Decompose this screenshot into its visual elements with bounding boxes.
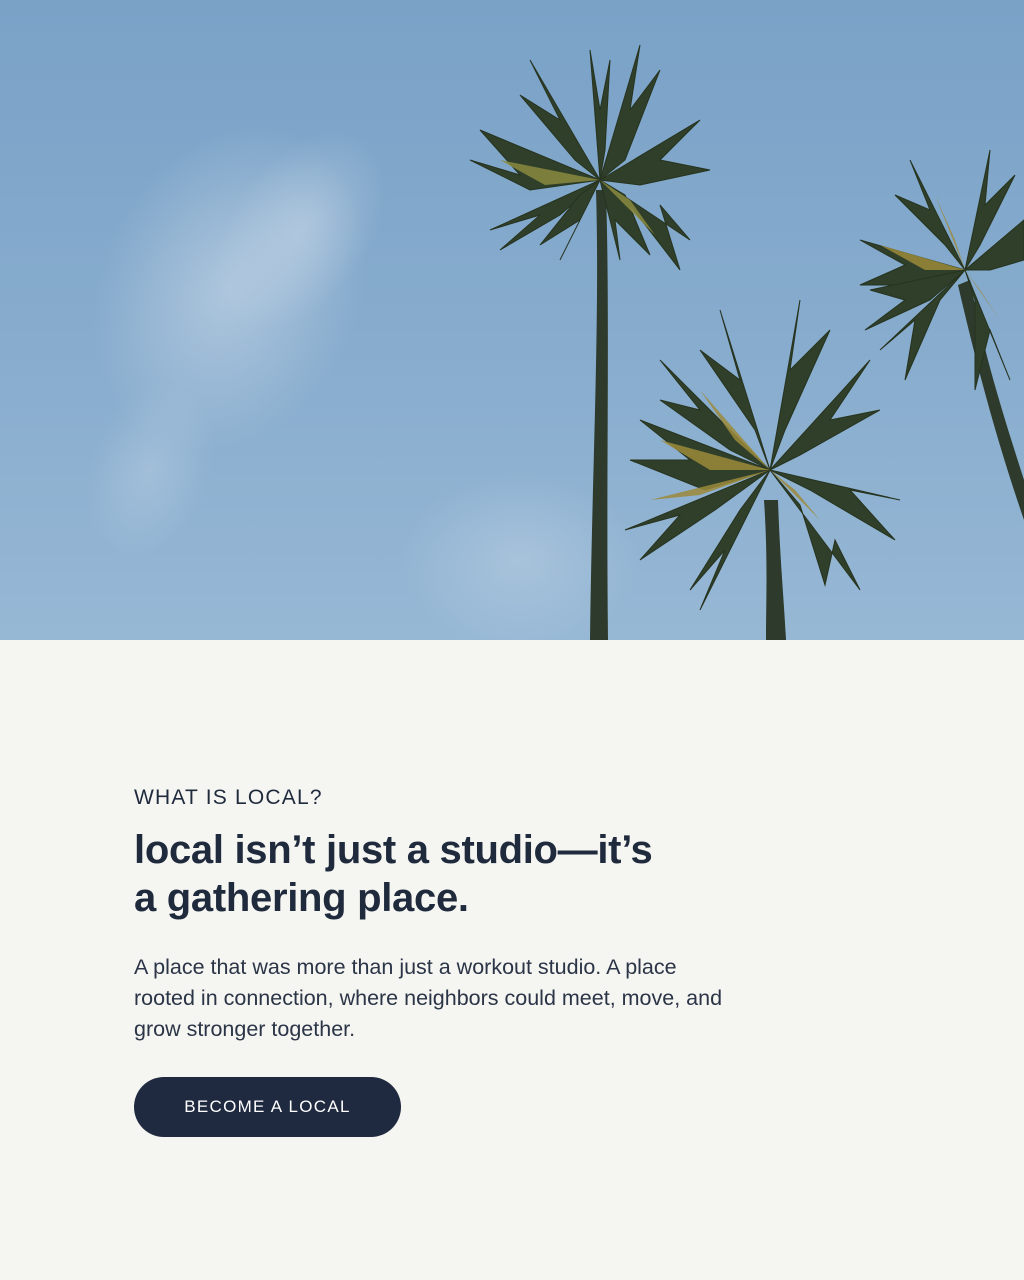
become-a-local-button[interactable]: BECOME A LOCAL xyxy=(134,1077,401,1137)
section-eyebrow: WHAT IS LOCAL? xyxy=(134,786,323,809)
hero-image xyxy=(0,0,1024,640)
page: WHAT IS LOCAL? local isn’t just a studio… xyxy=(0,0,1024,1280)
palm-trees-illustration xyxy=(0,0,1024,640)
headline-line-1: local isn’t just a studio—it’s xyxy=(134,828,653,872)
section-body: A place that was more than just a workou… xyxy=(134,955,723,1041)
intro-section: WHAT IS LOCAL? local isn’t just a studio… xyxy=(0,640,1024,1280)
section-headline: local isn’t just a studio—it’s a gatheri… xyxy=(134,826,734,922)
headline-line-2: a gathering place. xyxy=(134,876,469,920)
